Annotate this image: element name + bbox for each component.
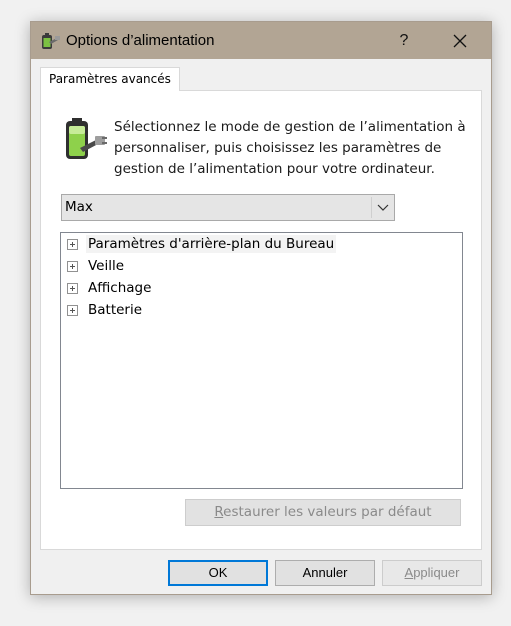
tab-panel: Sélectionnez le mode de gestion de l’ali… (40, 90, 482, 550)
expand-icon[interactable] (67, 304, 78, 316)
power-options-icon (42, 33, 60, 49)
restore-mnemonic: R (214, 504, 224, 520)
restore-label: estaurer les valeurs par défaut (223, 504, 432, 520)
ok-button[interactable]: OK (168, 560, 268, 586)
expand-icon[interactable] (67, 260, 78, 272)
window-title: Options d’alimentation (66, 32, 215, 49)
power-plan-value: Max (65, 199, 93, 215)
dropdown-button[interactable] (371, 197, 393, 218)
title-bar[interactable]: Options d’alimentation ? (31, 22, 491, 59)
tree-item-label: Affichage (88, 280, 152, 296)
close-button[interactable] (437, 22, 483, 59)
battery-plug-icon (66, 118, 107, 159)
tree-item-label: Batterie (88, 302, 143, 318)
expand-icon[interactable] (67, 282, 78, 294)
restore-defaults-button[interactable]: Restaurer les valeurs par défaut (185, 499, 461, 526)
help-button[interactable]: ? (381, 22, 427, 59)
description-text: Sélectionnez le mode de gestion de l’ali… (114, 119, 466, 177)
tree-item-desktop-background[interactable]: Paramètres d'arrière-plan du Bureau (67, 234, 337, 254)
tab-advanced-settings[interactable]: Paramètres avancés (40, 67, 180, 91)
tree-item-sleep[interactable]: Veille (67, 256, 126, 276)
expand-icon[interactable] (67, 238, 78, 250)
apply-mnemonic: A (404, 565, 414, 580)
power-options-dialog: Options d’alimentation ? Paramètres avan… (30, 21, 492, 595)
apply-button[interactable]: Appliquer (382, 560, 482, 586)
tree-item-label: Veille (88, 258, 125, 274)
cancel-button[interactable]: Annuler (275, 560, 375, 586)
power-plan-select[interactable]: Max (61, 194, 395, 221)
tree-item-battery[interactable]: Batterie (67, 300, 144, 320)
apply-label: ppliquer (413, 565, 460, 580)
chevron-down-icon (377, 204, 389, 211)
close-icon (453, 34, 467, 47)
tree-item-label: Paramètres d'arrière-plan du Bureau (86, 235, 337, 253)
tree-item-display[interactable]: Affichage (67, 278, 153, 298)
settings-tree[interactable]: Paramètres d'arrière-plan du Bureau Veil… (60, 232, 463, 489)
